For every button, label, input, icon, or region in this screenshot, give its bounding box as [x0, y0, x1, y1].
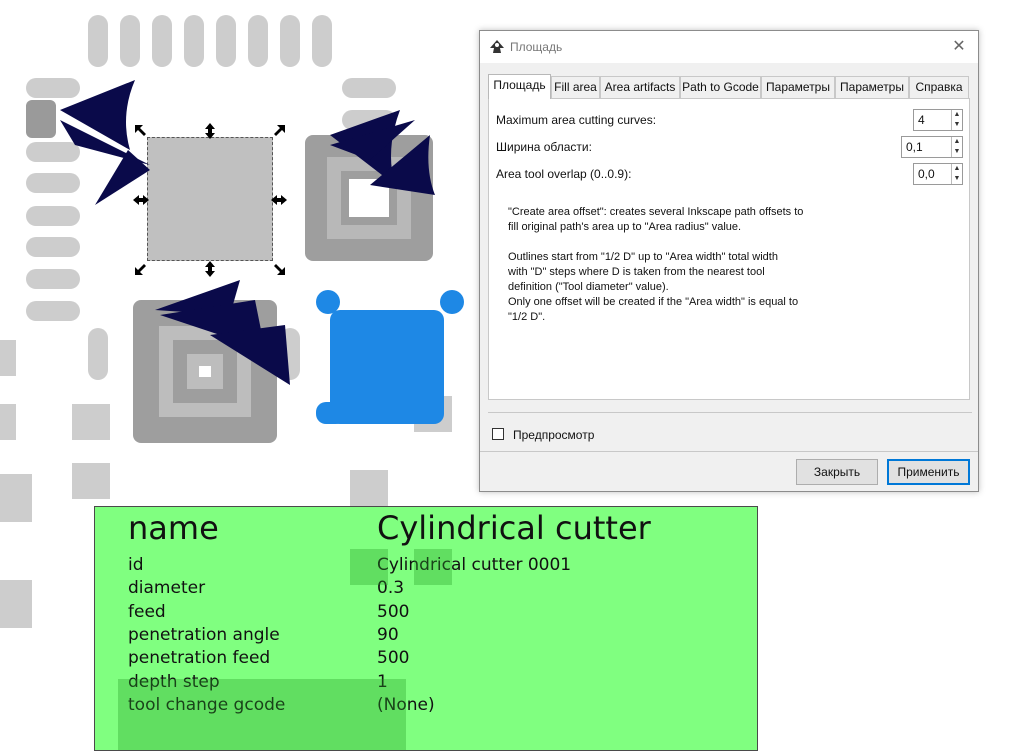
- pad[interactable]: [88, 15, 108, 67]
- inkscape-icon: [490, 40, 504, 53]
- pad[interactable]: [216, 15, 236, 67]
- pad[interactable]: [350, 470, 388, 506]
- pad[interactable]: [72, 463, 110, 499]
- tool-param-key: penetration angle: [128, 624, 280, 645]
- tab-panel-area: Maximum area cutting curves: 4 ▲ ▼ Ширин…: [488, 98, 970, 400]
- pad[interactable]: [0, 580, 32, 628]
- tab-parameters-2[interactable]: Параметры: [835, 76, 909, 98]
- tool-param-value: 90: [377, 624, 399, 645]
- max-curves-label: Maximum area cutting curves:: [496, 113, 657, 127]
- tool-param-key: penetration feed: [128, 648, 271, 669]
- preview-checkbox[interactable]: [492, 428, 504, 440]
- tool-param-value: Cylindrical cutter 0001: [377, 555, 572, 575]
- table-overlay: [118, 679, 406, 750]
- pad[interactable]: [248, 15, 268, 67]
- max-curves-value[interactable]: 4: [918, 113, 925, 127]
- spin-down-icon[interactable]: ▼: [951, 147, 962, 157]
- pad[interactable]: [0, 340, 16, 376]
- tool-definition-table[interactable]: name Cylindrical cutter id Cylindrical cu…: [94, 506, 758, 751]
- pad[interactable]: [72, 404, 110, 440]
- apply-button[interactable]: Применить: [887, 459, 970, 485]
- table-overlay: [414, 549, 452, 585]
- close-icon[interactable]: ✕: [948, 36, 970, 58]
- tab-area[interactable]: Площадь: [488, 74, 551, 99]
- description-line: Only one offset will be created if the "…: [508, 296, 799, 308]
- tool-param-value: 500: [377, 601, 410, 622]
- pad[interactable]: [0, 404, 16, 440]
- divider: [480, 451, 978, 452]
- tool-header-key: name: [128, 509, 219, 547]
- spin-up-icon[interactable]: ▲: [951, 137, 962, 147]
- pad[interactable]: [120, 15, 140, 67]
- tab-help[interactable]: Справка: [909, 76, 969, 98]
- tab-area-artifacts[interactable]: Area artifacts: [600, 76, 680, 98]
- description-line: Outlines start from "1/2 D" up to "Area …: [508, 251, 778, 263]
- tab-path-to-gcode[interactable]: Path to Gcode: [680, 76, 761, 98]
- dialog-title: Площадь: [510, 40, 563, 54]
- pad[interactable]: [152, 15, 172, 67]
- tool-param-key: feed: [128, 601, 166, 622]
- dialog-titlebar[interactable]: Площадь ✕: [480, 31, 978, 63]
- close-button[interactable]: Закрыть: [796, 459, 878, 485]
- spin-up-icon[interactable]: ▲: [951, 164, 962, 174]
- direction-arrows: [60, 80, 435, 385]
- tool-header-value: Cylindrical cutter: [377, 509, 651, 547]
- spin-down-icon[interactable]: ▼: [951, 174, 962, 184]
- overlap-label: Area tool overlap (0..0.9):: [496, 167, 632, 181]
- pad[interactable]: [312, 15, 332, 67]
- tool-param-key: diameter: [128, 578, 206, 599]
- area-dialog[interactable]: Площадь ✕ Площадь Fill area Area artifac…: [479, 30, 979, 492]
- pad[interactable]: [184, 15, 204, 67]
- preview-label[interactable]: Предпросмотр: [513, 428, 594, 442]
- description-line: with "D" steps where D is taken from the…: [508, 266, 765, 278]
- description-line: definition ("Tool diameter" value).: [508, 281, 669, 293]
- description-line: fill original path's area up to "Area ra…: [508, 221, 742, 233]
- spin-up-icon[interactable]: ▲: [951, 110, 962, 120]
- tool-param-value: 500: [377, 648, 410, 669]
- tool-param-key: id: [128, 555, 144, 575]
- area-width-label: Ширина области:: [496, 140, 592, 154]
- overlap-value[interactable]: 0,0: [918, 167, 935, 181]
- tab-fill-area[interactable]: Fill area: [551, 76, 600, 98]
- area-width-value[interactable]: 0,1: [906, 140, 923, 154]
- divider: [488, 412, 972, 413]
- table-overlay: [350, 549, 388, 585]
- tab-parameters-1[interactable]: Параметры: [761, 76, 835, 98]
- max-curves-spinner[interactable]: 4 ▲ ▼: [913, 109, 963, 131]
- area-width-spinner[interactable]: 0,1 ▲ ▼: [901, 136, 963, 158]
- pad[interactable]: [0, 474, 32, 522]
- description-line: "Create area offset": creates several In…: [508, 206, 804, 218]
- overlap-spinner[interactable]: 0,0 ▲ ▼: [913, 163, 963, 185]
- description-line: "1/2 D".: [508, 311, 546, 323]
- pad[interactable]: [280, 15, 300, 67]
- spin-down-icon[interactable]: ▼: [951, 120, 962, 130]
